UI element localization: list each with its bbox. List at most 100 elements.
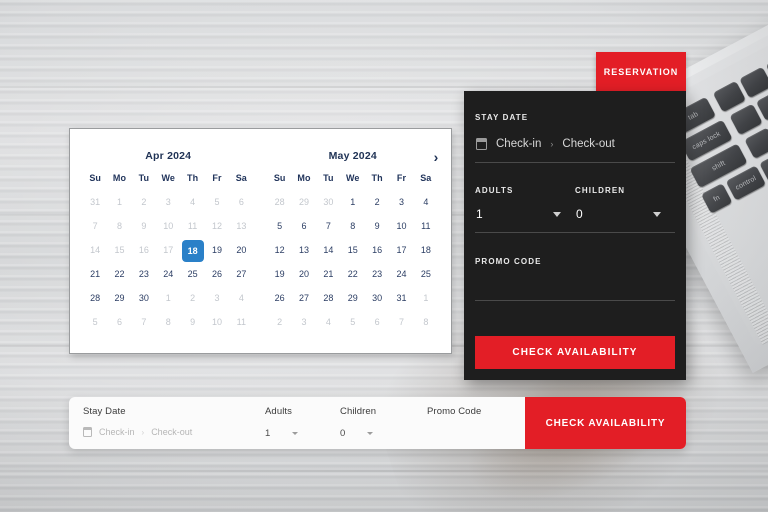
- calendar-day[interactable]: 10: [389, 217, 413, 236]
- checkout-input[interactable]: Check-out: [562, 138, 614, 150]
- calendar-day[interactable]: 18: [414, 241, 438, 260]
- calendar-day[interactable]: 2: [365, 193, 389, 212]
- calendar-day-number: 23: [372, 269, 383, 279]
- calendar-day[interactable]: 22: [341, 265, 365, 284]
- calendar-day[interactable]: 5: [268, 217, 292, 236]
- calendar-day[interactable]: 13: [292, 241, 316, 260]
- calendar-day[interactable]: 25: [414, 265, 438, 284]
- calendar-day[interactable]: 28: [83, 289, 107, 308]
- calendar-grid[interactable]: Su Mo Tu We Th Fr Sa 31 1 2 3 4 5 6 7 8 9 10 11 12 13 14 15 16 1…: [83, 173, 254, 332]
- calendar-day-number: 30: [323, 197, 334, 207]
- calendar-day[interactable]: 29: [341, 289, 365, 308]
- calendar-day[interactable]: 8: [341, 217, 365, 236]
- bottombar-children-select[interactable]: 0: [340, 417, 415, 439]
- calendar-day[interactable]: 14: [316, 241, 340, 260]
- calendar-day[interactable]: 30: [365, 289, 389, 308]
- calendar-day[interactable]: 23: [132, 265, 156, 284]
- calendar-day-number: 11: [236, 317, 246, 327]
- calendar-grid[interactable]: Su Mo Tu We Th Fr Sa 28 29 30 1 2 3 4 5 6 7 8 9 10 11 12 13 14 1…: [268, 173, 439, 332]
- calendar-day-number: 1: [423, 293, 429, 303]
- calendar-day[interactable]: 4: [414, 193, 438, 212]
- calendar-day[interactable]: 7: [316, 217, 340, 236]
- calendar-day[interactable]: 1: [341, 193, 365, 212]
- adults-select[interactable]: 1: [475, 198, 575, 232]
- calendar-day[interactable]: 19: [268, 265, 292, 284]
- chevron-down-icon[interactable]: [292, 432, 299, 435]
- calendar-day[interactable]: 27: [229, 265, 253, 284]
- chevron-down-icon[interactable]: [653, 211, 661, 217]
- reservation-tab[interactable]: RESERVATION: [596, 52, 686, 91]
- calendar-day: 6: [365, 313, 389, 332]
- calendar-day[interactable]: 17: [389, 241, 413, 260]
- children-select[interactable]: 0: [575, 198, 675, 232]
- calendar-day: 8: [107, 217, 131, 236]
- chevron-down-icon[interactable]: [367, 432, 374, 435]
- calendar-day[interactable]: 20: [292, 265, 316, 284]
- calendar-day-number: 20: [299, 269, 310, 279]
- calendar-day[interactable]: 30: [132, 289, 156, 308]
- calendar-day[interactable]: 21: [316, 265, 340, 284]
- calendar-day[interactable]: 23: [365, 265, 389, 284]
- calendar-day[interactable]: 12: [268, 241, 292, 260]
- calendar-day-number: 22: [114, 269, 125, 279]
- calendar-month-may: May 2024 › Su Mo Tu We Th Fr Sa 28 29 30 1 2 3 4 5 6 7 8 9…: [268, 139, 439, 345]
- calendar-day: 5: [205, 193, 229, 212]
- bottombar-stay-date-label: Stay Date: [83, 406, 126, 417]
- calendar-day: 4: [180, 193, 204, 212]
- bottombar-adults-value: 1: [265, 428, 271, 439]
- calendar-day[interactable]: 15: [341, 241, 365, 260]
- calendar-day[interactable]: 26: [268, 289, 292, 308]
- promo-code-field[interactable]: PROMO CODE: [475, 233, 675, 301]
- calendar-day-number: 27: [236, 269, 247, 279]
- stay-date-row[interactable]: Check-in › Check-out: [475, 125, 675, 162]
- bottombar-stay-date-field[interactable]: Stay Date Check-in › Check-out: [69, 397, 265, 449]
- promo-code-input[interactable]: [475, 269, 675, 300]
- calendar-day-number: 21: [323, 269, 334, 279]
- calendar-day: 7: [83, 217, 107, 236]
- calendar-day: 9: [132, 217, 156, 236]
- calendar-day[interactable]: 9: [365, 217, 389, 236]
- calendar-day[interactable]: 24: [156, 265, 180, 284]
- calendar-month-title: May 2024: [328, 150, 377, 162]
- bottombar-adults-select[interactable]: 1: [265, 417, 340, 439]
- calendar-day[interactable]: 6: [292, 217, 316, 236]
- checkin-input[interactable]: Check-in: [496, 138, 541, 150]
- calendar-day: 5: [341, 313, 365, 332]
- calendar-day[interactable]: 19: [205, 241, 229, 260]
- calendar-day[interactable]: 29: [107, 289, 131, 308]
- calendar-day-number: 3: [165, 197, 171, 207]
- calendar-day[interactable]: 27: [292, 289, 316, 308]
- calendar-day[interactable]: 11: [414, 217, 438, 236]
- calendar-next-month-icon[interactable]: ›: [427, 148, 445, 166]
- chevron-down-icon[interactable]: [553, 211, 561, 217]
- calendar-day-number: 4: [238, 293, 244, 303]
- calendar-day-selected[interactable]: 18: [180, 239, 204, 262]
- bottombar-children-field[interactable]: Children 0: [340, 397, 415, 449]
- calendar-day[interactable]: 24: [389, 265, 413, 284]
- date-picker-calendar[interactable]: Apr 2024 Su Mo Tu We Th Fr Sa 31 1 2 3 4 5 6 7 8 9 10 11 12…: [69, 128, 452, 354]
- calendar-day[interactable]: 26: [205, 265, 229, 284]
- bottombar-checkin-input[interactable]: Check-in: [99, 427, 135, 437]
- check-availability-button[interactable]: CHECK AVAILABILITY: [475, 336, 675, 369]
- calendar-day[interactable]: 3: [389, 193, 413, 212]
- calendar-day-number: 5: [92, 317, 98, 327]
- calendar-day-number: 9: [374, 221, 380, 231]
- calendar-day[interactable]: 31: [389, 289, 413, 308]
- calendar-day[interactable]: 28: [316, 289, 340, 308]
- children-value: 0: [576, 207, 583, 221]
- calendar-day: 4: [229, 289, 253, 308]
- calendar-day-number: 8: [165, 317, 171, 327]
- calendar-day[interactable]: 16: [365, 241, 389, 260]
- calendar-day[interactable]: 25: [180, 265, 204, 284]
- calendar-day[interactable]: 22: [107, 265, 131, 284]
- calendar-day: 2: [132, 193, 156, 212]
- calendar-day[interactable]: 20: [229, 241, 253, 260]
- bottombar-adults-field[interactable]: Adults 1: [265, 397, 340, 449]
- calendar-day[interactable]: 21: [83, 265, 107, 284]
- bottombar-promo-code-field[interactable]: Promo Code: [415, 397, 525, 449]
- stay-date-field[interactable]: STAY DATE Check-in › Check-out: [475, 91, 675, 163]
- bottombar-checkout-input[interactable]: Check-out: [151, 427, 192, 437]
- bottombar-check-availability-button[interactable]: CHECK AVAILABILITY: [525, 397, 686, 449]
- calendar-day-number: 19: [211, 245, 222, 255]
- bottombar-stay-date-row[interactable]: Check-in › Check-out: [82, 417, 265, 437]
